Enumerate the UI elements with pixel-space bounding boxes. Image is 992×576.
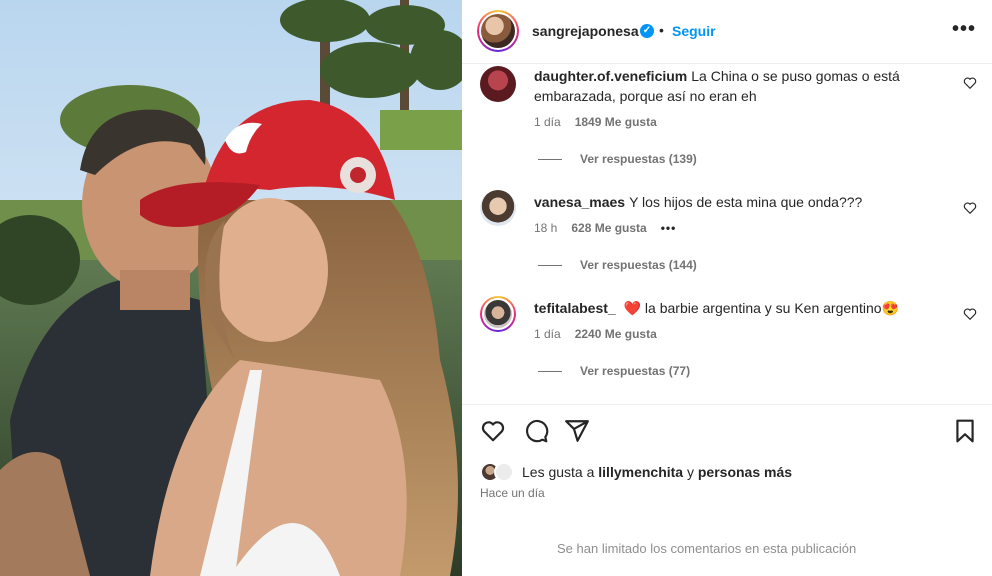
post-timestamp[interactable]: Hace un día [480, 486, 545, 500]
commenter-username[interactable]: tefitalabest_ [534, 300, 616, 316]
liker-avatar [494, 462, 514, 482]
view-replies-button[interactable]: Ver respuestas (139) [538, 152, 697, 166]
liker-avatars[interactable] [480, 461, 520, 483]
comment-text-block: vanesa_maes Y los hijos de esta mina que … [534, 192, 954, 212]
comment-likes[interactable]: 2240 Me gusta [575, 327, 657, 341]
comment-time[interactable]: 18 h [534, 221, 557, 235]
couple-selfie-image [0, 0, 462, 576]
more-options-icon[interactable]: ••• [952, 18, 976, 41]
likes-prefix: Les gusta a [522, 464, 599, 480]
notice-fade [862, 540, 992, 560]
commenter-avatar[interactable] [480, 296, 516, 332]
comment-meta: 1 día 1849 Me gusta [534, 115, 657, 129]
follow-button[interactable]: Seguir [672, 23, 716, 39]
likes-rest[interactable]: personas más [698, 464, 792, 480]
comment-likes[interactable]: 628 Me gusta [571, 221, 646, 235]
comment-emoji-heart: ❤️ [623, 300, 642, 316]
likes-text[interactable]: Les gusta a lillymenchita y personas más [522, 464, 792, 480]
author-avatar[interactable] [477, 10, 519, 52]
post-detail-panel: sangrejaponesa ✓ • Seguir ••• daughter.o… [462, 0, 992, 576]
comment-text-block: tefitalabest_ ❤️ la barbie argentina y s… [534, 298, 954, 318]
commenter-username[interactable]: vanesa_maes [534, 194, 625, 210]
comment-body: Y los hijos de esta mina que onda??? [629, 194, 863, 210]
comment-time[interactable]: 1 día [534, 115, 561, 129]
verified-icon: ✓ [640, 24, 654, 38]
likes-user[interactable]: lillymenchita [598, 464, 683, 480]
comment-heart-icon[interactable] [963, 76, 977, 90]
comment-emoji-face: 😍 [881, 300, 899, 316]
comment-options-icon[interactable]: ••• [661, 221, 677, 235]
comment-text-block: daughter.of.veneficium La China o se puso… [534, 66, 954, 106]
comment-meta: 1 día 2240 Me gusta [534, 327, 657, 341]
view-replies-button[interactable]: Ver respuestas (77) [538, 364, 690, 378]
post-actions-bar [462, 414, 992, 450]
comment-meta: 18 h 628 Me gusta ••• [534, 221, 676, 235]
view-replies-button[interactable]: Ver respuestas (144) [538, 258, 697, 272]
view-replies-label: Ver respuestas (77) [580, 364, 691, 378]
comment-heart-icon[interactable] [963, 201, 977, 215]
heart-icon[interactable] [480, 418, 506, 444]
comment-icon[interactable] [523, 418, 549, 444]
post-photo[interactable] [0, 0, 462, 576]
post-header: sangrejaponesa ✓ • Seguir ••• [462, 0, 992, 64]
author-username[interactable]: sangrejaponesa [532, 23, 639, 39]
header-separator: • [659, 22, 664, 38]
view-replies-label: Ver respuestas (144) [580, 258, 697, 272]
actions-divider [462, 404, 992, 405]
share-icon[interactable] [564, 418, 590, 444]
comments-limited-notice: Se han limitado los comentarios en esta … [557, 541, 857, 556]
likes-middle: y [683, 464, 698, 480]
view-replies-label: Ver respuestas (139) [580, 152, 697, 166]
bookmark-icon[interactable] [952, 418, 978, 444]
commenter-avatar[interactable] [480, 190, 516, 226]
comment-body: la barbie argentina y su Ken argentino [644, 300, 882, 316]
comment-time[interactable]: 1 día [534, 327, 561, 341]
comment-likes[interactable]: 1849 Me gusta [575, 115, 657, 129]
commenter-avatar[interactable] [480, 66, 516, 102]
commenter-username[interactable]: daughter.of.veneficium [534, 68, 687, 84]
comment-heart-icon[interactable] [963, 307, 977, 321]
likes-summary: Les gusta a lillymenchita y personas más [480, 460, 792, 484]
